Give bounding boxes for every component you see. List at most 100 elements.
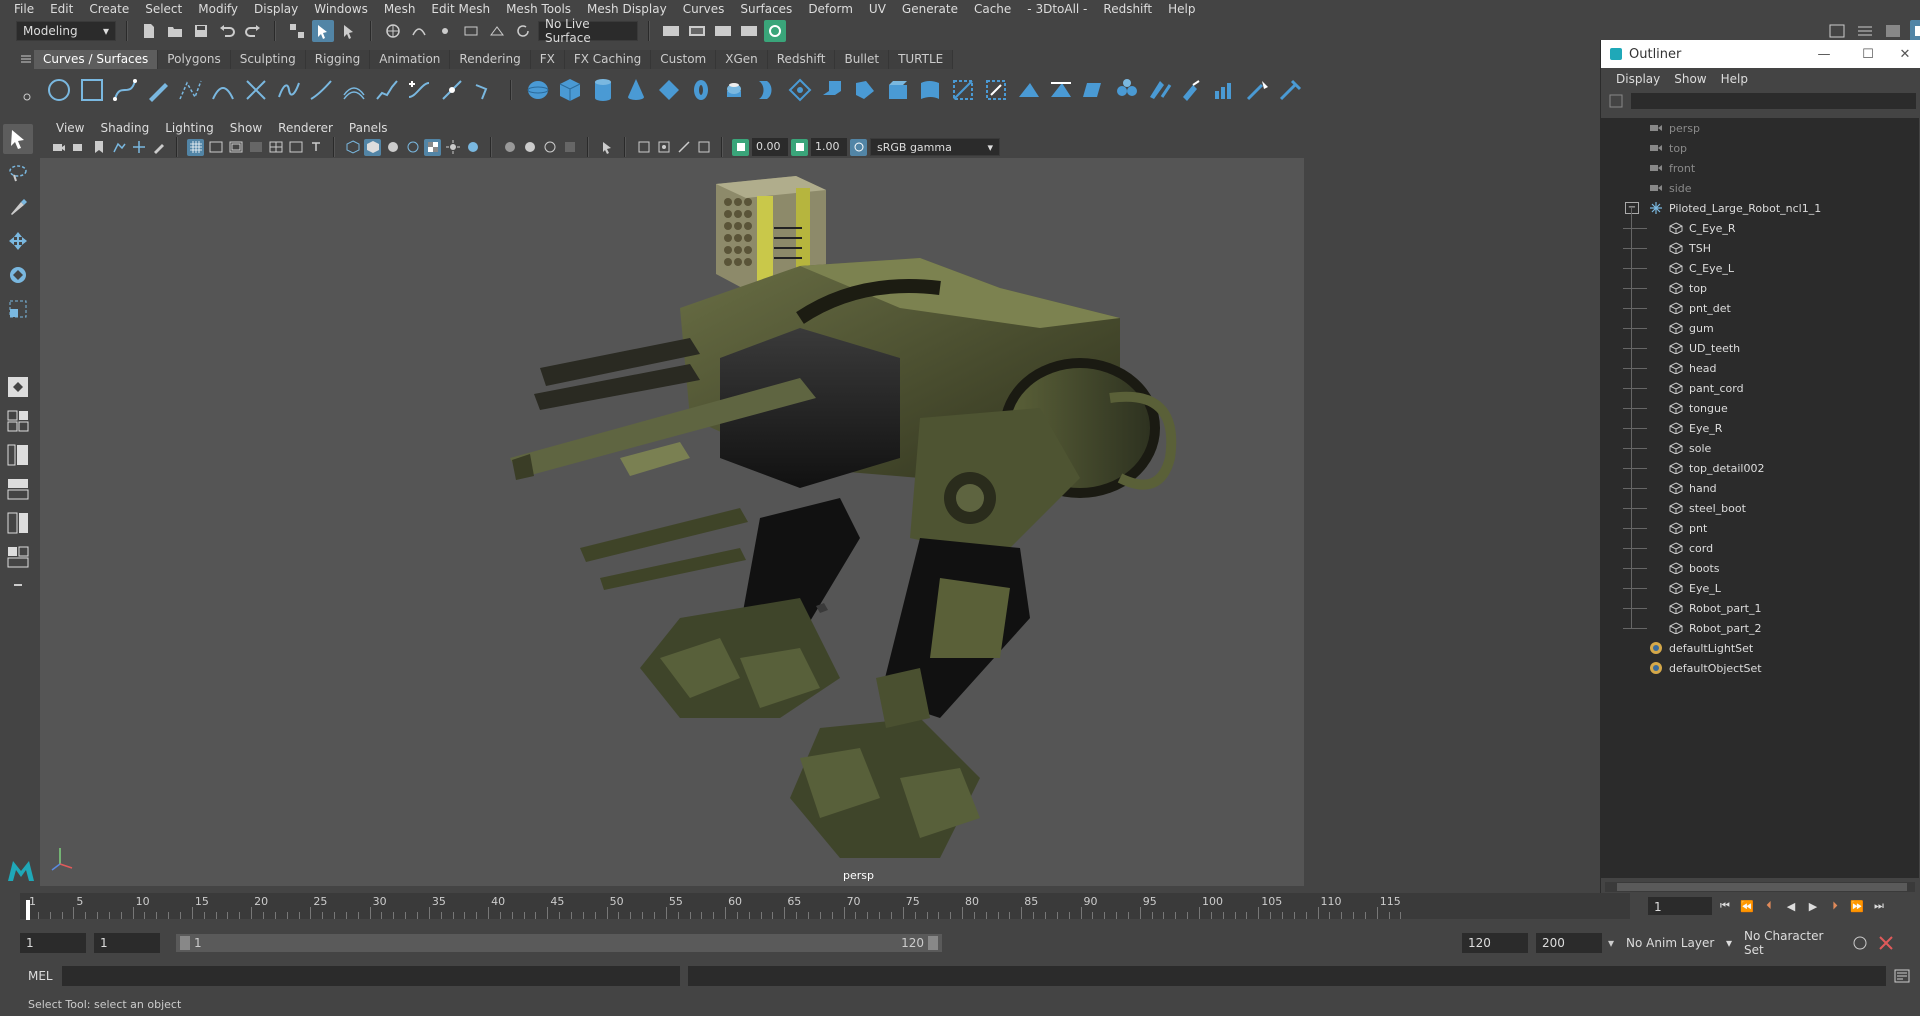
outliner-item-camera[interactable]: top	[1601, 138, 1919, 158]
intersect-surfaces-icon[interactable]	[1015, 76, 1042, 105]
film-gate-icon[interactable]	[207, 139, 224, 156]
select-camera-icon[interactable]	[50, 139, 67, 156]
outliner-item-mesh[interactable]: hand	[1601, 478, 1919, 498]
tool-settings-toggle-icon[interactable]	[1882, 20, 1904, 42]
live-surface-field[interactable]: No Live Surface	[538, 17, 638, 45]
attribute-editor-toggle-icon[interactable]	[1854, 20, 1876, 42]
single-perspective-view-icon[interactable]	[3, 372, 33, 402]
xray-icon[interactable]	[635, 139, 652, 156]
outliner-layout-icon[interactable]	[3, 542, 33, 572]
outliner-item-camera[interactable]: side	[1601, 178, 1919, 198]
outliner-item-mesh[interactable]: gum	[1601, 318, 1919, 338]
shelf-tab-rigging[interactable]: Rigging	[305, 50, 371, 69]
lasso-tool-icon[interactable]	[3, 158, 33, 188]
viewport-menu-view[interactable]: View	[48, 121, 92, 135]
nurbs-torus-icon[interactable]	[688, 76, 715, 105]
outliner-item-mesh[interactable]: tongue	[1601, 398, 1919, 418]
outliner-item-mesh[interactable]: head	[1601, 358, 1919, 378]
command-language-label[interactable]: MEL	[28, 969, 62, 983]
shelf-tab-redshift[interactable]: Redshift	[767, 50, 836, 69]
render-current-frame-icon[interactable]	[686, 20, 708, 42]
insert-isoparms-icon[interactable]	[1212, 76, 1239, 105]
select-by-component-icon[interactable]	[338, 20, 360, 42]
field-chart-icon[interactable]	[267, 139, 284, 156]
shelf-tab-animation[interactable]: Animation	[370, 50, 451, 69]
view-transform-dropdown[interactable]: sRGB gamma ▾	[870, 138, 1000, 156]
shelf-tab-fx-caching[interactable]: FX Caching	[564, 50, 652, 69]
range-start-handle[interactable]	[180, 936, 190, 950]
nurbs-sphere-icon[interactable]	[524, 76, 551, 105]
animation-start-field[interactable]: 1	[20, 933, 86, 953]
grease-pencil-icon[interactable]	[150, 139, 167, 156]
xray-joints-icon[interactable]	[675, 139, 692, 156]
shelf-tab-bullet[interactable]: Bullet	[835, 50, 890, 69]
menu-help[interactable]: Help	[1160, 2, 1203, 16]
cv-curve-tool-icon[interactable]	[177, 76, 204, 105]
channel-box-toggle-icon[interactable]	[1826, 20, 1848, 42]
ep-curve-tool-icon[interactable]	[111, 76, 138, 105]
play-forwards-icon[interactable]: ▶	[1804, 897, 1822, 915]
shelf-tab-custom[interactable]: Custom	[651, 50, 717, 69]
step-forward-key-icon[interactable]: ⏩	[1848, 897, 1866, 915]
add-points-tool-icon[interactable]	[406, 76, 433, 105]
collapse-icon[interactable]: −	[1625, 202, 1639, 214]
menu-redshift[interactable]: Redshift	[1095, 2, 1160, 16]
extend-surfaces-icon[interactable]	[1244, 76, 1271, 105]
default-material-icon[interactable]	[384, 139, 401, 156]
use-all-lights-icon[interactable]	[444, 139, 461, 156]
bevel-plus-icon[interactable]	[884, 76, 911, 105]
shelf-tab-curves-surfaces[interactable]: Curves / Surfaces	[34, 50, 159, 69]
shelf-tab-turtle[interactable]: TURTLE	[889, 50, 954, 69]
character-set-options-icon[interactable]	[1846, 935, 1874, 951]
range-end-handle[interactable]	[928, 936, 938, 950]
persp-outliner-layout-icon[interactable]	[3, 440, 33, 470]
go-to-end-icon[interactable]: ⏭	[1870, 897, 1888, 915]
attach-surfaces-icon[interactable]	[1114, 76, 1141, 105]
four-view-layout-icon[interactable]	[3, 406, 33, 436]
outliner-item-set[interactable]: defaultObjectSet	[1601, 658, 1919, 678]
outliner-item-mesh[interactable]: Robot_part_1	[1601, 598, 1919, 618]
perspective-viewport[interactable]: persp	[40, 158, 1304, 886]
camera-attributes-icon[interactable]	[70, 139, 87, 156]
persp-graph-layout-icon[interactable]	[3, 474, 33, 504]
safe-title-icon[interactable]	[307, 139, 324, 156]
shelf-tab-sculpting[interactable]: Sculpting	[230, 50, 306, 69]
cut-curve-icon[interactable]	[242, 76, 269, 105]
filter-icon[interactable]	[1609, 94, 1623, 108]
nurbs-plane-icon[interactable]	[655, 76, 682, 105]
birail-icon[interactable]	[852, 76, 879, 105]
time-slider[interactable]: 1 5 10 15 20 25 30 35 40 45 50 55 60 65 70 75 80 85 90 95 10…	[20, 893, 1630, 919]
square-surface-icon[interactable]	[950, 76, 977, 105]
select-by-object-icon[interactable]	[312, 20, 334, 42]
current-frame-field[interactable]: 1	[1648, 897, 1712, 915]
textured-icon[interactable]	[424, 138, 441, 156]
wireframe-icon[interactable]	[344, 139, 361, 156]
mode-dropdown[interactable]: Modeling ▾	[16, 21, 116, 41]
go-to-start-icon[interactable]: ⏮	[1716, 897, 1734, 915]
loft-icon[interactable]	[753, 76, 780, 105]
shelf-tab-rendering[interactable]: Rendering	[450, 50, 531, 69]
animation-end-field[interactable]: 200	[1536, 933, 1602, 953]
planar-icon[interactable]	[786, 76, 813, 105]
shelf-tab-xgen[interactable]: XGen	[716, 50, 768, 69]
animation-preferences-icon[interactable]	[1874, 935, 1898, 951]
scale-tool-icon[interactable]	[3, 294, 33, 324]
viewport-menu-lighting[interactable]: Lighting	[157, 121, 222, 135]
outliner-item-mesh[interactable]: Robot_part_2	[1601, 618, 1919, 638]
chevron-down-icon[interactable]: ▾	[1602, 936, 1620, 950]
open-close-surfaces-icon[interactable]	[1179, 76, 1206, 105]
boundary-icon[interactable]	[917, 76, 944, 105]
open-scene-icon[interactable]	[164, 20, 186, 42]
xray-active-components-icon[interactable]	[655, 139, 672, 156]
render-view-icon[interactable]	[738, 20, 760, 42]
nurbs-cube-icon[interactable]	[557, 76, 584, 105]
extend-curve-icon[interactable]	[308, 76, 335, 105]
menu-display[interactable]: Display	[246, 2, 306, 16]
maximize-icon[interactable]: ☐	[1846, 47, 1890, 62]
range-slider[interactable]: 1 120	[176, 934, 942, 952]
nurbs-cone-icon[interactable]	[622, 76, 649, 105]
outliner-item-set[interactable]: defaultLightSet	[1601, 638, 1919, 658]
current-time-indicator[interactable]	[26, 900, 30, 920]
menu-uv[interactable]: UV	[861, 2, 894, 16]
menu-deform[interactable]: Deform	[800, 2, 861, 16]
